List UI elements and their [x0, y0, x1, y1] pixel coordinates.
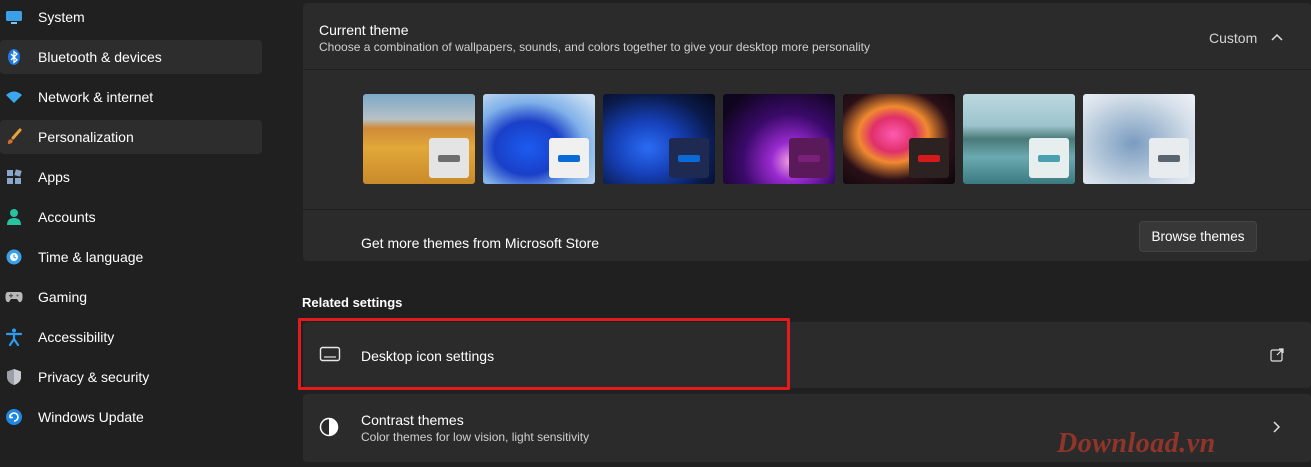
monitor-icon	[5, 8, 23, 26]
chevron-up-icon[interactable]	[1269, 30, 1285, 46]
theme-thumbnail[interactable]	[1083, 94, 1195, 184]
open-external-icon	[1269, 347, 1285, 363]
sidebar-item-privacy[interactable]: Privacy & security	[0, 360, 262, 394]
sidebar-item-bluetooth[interactable]: Bluetooth & devices	[0, 40, 262, 74]
theme-thumbnail[interactable]	[843, 94, 955, 184]
sidebar-item-network[interactable]: Network & internet	[0, 80, 262, 114]
globe-clock-icon	[5, 248, 23, 266]
sidebar-item-label: Bluetooth & devices	[38, 49, 162, 65]
sidebar-item-label: Network & internet	[38, 89, 154, 105]
highlight-box	[298, 318, 790, 390]
wifi-icon	[5, 88, 23, 106]
theme-thumbnail[interactable]	[963, 94, 1075, 184]
sidebar-item-label: Windows Update	[38, 409, 144, 425]
theme-color-swatch	[1149, 138, 1189, 178]
theme-thumbnail[interactable]	[483, 94, 595, 184]
current-theme-value: Custom	[1209, 30, 1258, 46]
theme-thumbnail-grid	[303, 71, 1311, 210]
contrast-themes-description: Color themes for low vision, light sensi…	[361, 430, 590, 444]
microsoft-store-row: Get more themes from Microsoft Store Bro…	[303, 211, 1311, 261]
gamepad-icon	[5, 288, 23, 306]
theme-color-swatch	[789, 138, 829, 178]
sidebar-item-accounts[interactable]: Accounts	[0, 200, 262, 234]
theme-thumbnail[interactable]	[363, 94, 475, 184]
sidebar-item-label: Gaming	[38, 289, 88, 305]
sidebar-item-windows-update[interactable]: Windows Update	[0, 400, 262, 434]
current-theme-description: Choose a combination of wallpapers, soun…	[319, 40, 870, 54]
store-text: Get more themes from Microsoft Store	[361, 235, 600, 251]
watermark-logo: Download.vn	[1057, 428, 1216, 459]
theme-color-swatch	[909, 138, 949, 178]
apps-icon	[5, 168, 23, 186]
update-icon	[5, 408, 23, 426]
brush-icon	[5, 128, 23, 146]
shield-icon	[5, 368, 23, 386]
current-theme-title: Current theme	[319, 22, 409, 38]
theme-color-swatch	[1029, 138, 1069, 178]
browse-themes-button[interactable]: Browse themes	[1139, 221, 1257, 252]
sidebar: System Bluetooth & devices Network & int…	[0, 0, 270, 467]
person-icon	[5, 208, 23, 226]
bluetooth-icon	[5, 48, 23, 66]
sidebar-item-apps[interactable]: Apps	[0, 160, 262, 194]
contrast-themes-label: Contrast themes	[361, 412, 464, 428]
contrast-icon	[319, 417, 341, 437]
current-theme-header[interactable]: Current theme Choose a combination of wa…	[303, 3, 1311, 70]
sidebar-item-time-language[interactable]: Time & language	[0, 240, 262, 274]
sidebar-item-label: Accounts	[38, 209, 96, 225]
current-theme-card: Current theme Choose a combination of wa…	[303, 3, 1311, 261]
sidebar-item-label: Apps	[38, 169, 70, 185]
sidebar-item-gaming[interactable]: Gaming	[0, 280, 262, 314]
theme-color-swatch	[429, 138, 469, 178]
sidebar-item-label: System	[38, 9, 85, 25]
theme-thumbnail[interactable]	[723, 94, 835, 184]
sidebar-item-personalization[interactable]: Personalization	[0, 120, 262, 154]
chevron-right-icon	[1269, 420, 1283, 434]
accessibility-icon	[5, 328, 23, 346]
sidebar-item-accessibility[interactable]: Accessibility	[0, 320, 262, 354]
sidebar-item-label: Time & language	[38, 249, 144, 265]
sidebar-item-label: Privacy & security	[38, 369, 150, 385]
sidebar-item-system[interactable]: System	[0, 0, 262, 34]
theme-color-swatch	[549, 138, 589, 178]
theme-color-swatch	[669, 138, 709, 178]
sidebar-item-label: Personalization	[38, 129, 134, 145]
sidebar-item-label: Accessibility	[38, 329, 115, 345]
theme-thumbnail[interactable]	[603, 94, 715, 184]
related-settings-heading: Related settings	[302, 295, 403, 310]
